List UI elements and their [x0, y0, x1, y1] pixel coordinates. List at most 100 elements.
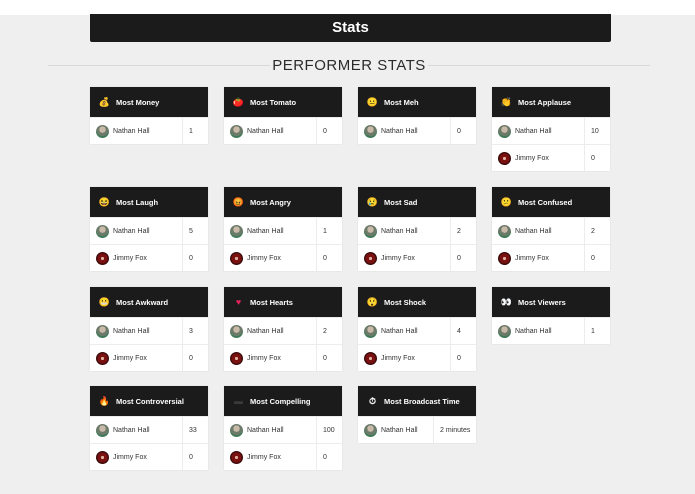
performer-name[interactable]: Jimmy Fox	[247, 454, 281, 461]
performer-cell[interactable]: Nathan Hall	[224, 417, 316, 443]
table-row: Nathan Hall 1	[90, 117, 208, 144]
avatar[interactable]	[498, 151, 511, 165]
stat-card-header: 😐 Most Meh	[358, 87, 476, 117]
shocked-face-icon: 😲	[366, 296, 379, 307]
performer-name[interactable]: Nathan Hall	[247, 128, 284, 135]
performer-cell[interactable]: Nathan Hall	[224, 318, 316, 344]
performer-cell[interactable]: Nathan Hall	[492, 218, 584, 244]
table-row: Jimmy Fox 0	[492, 244, 610, 271]
performer-cell[interactable]: Jimmy Fox	[224, 444, 316, 470]
performer-cell[interactable]: Nathan Hall	[90, 318, 182, 344]
stat-card: ▬ Most Compelling Nathan Hall 100 Jimmy Fox 0	[224, 386, 342, 470]
avatar[interactable]	[96, 450, 109, 464]
avatar[interactable]	[364, 351, 377, 365]
stat-value: 2	[316, 318, 342, 344]
performer-cell[interactable]: Jimmy Fox	[224, 245, 316, 271]
performer-cell[interactable]: Jimmy Fox	[90, 345, 182, 371]
performer-cell[interactable]: Nathan Hall	[224, 118, 316, 144]
performer-name[interactable]: Nathan Hall	[113, 427, 150, 434]
performer-cell[interactable]: Nathan Hall	[358, 218, 450, 244]
avatar[interactable]	[96, 324, 109, 338]
performer-cell[interactable]: Nathan Hall	[90, 417, 182, 443]
money-bag-icon: 💰	[98, 96, 111, 107]
performer-cell[interactable]: Jimmy Fox	[90, 245, 182, 271]
table-row: Jimmy Fox 0	[358, 244, 476, 271]
avatar[interactable]	[230, 224, 243, 238]
avatar[interactable]	[498, 124, 511, 138]
performer-name[interactable]: Nathan Hall	[381, 228, 418, 235]
performer-name[interactable]: Nathan Hall	[247, 427, 284, 434]
performer-name[interactable]: Nathan Hall	[381, 328, 418, 335]
stat-card-title: Most Shock	[384, 297, 427, 307]
stat-value: 0	[182, 245, 208, 271]
performer-name[interactable]: Jimmy Fox	[247, 355, 281, 362]
performer-cell[interactable]: Nathan Hall	[492, 118, 584, 144]
performer-name[interactable]: Jimmy Fox	[381, 255, 415, 262]
avatar[interactable]	[230, 423, 243, 437]
performer-cell[interactable]: Jimmy Fox	[492, 245, 584, 271]
performer-cell[interactable]: Jimmy Fox	[358, 245, 450, 271]
performer-name[interactable]: Jimmy Fox	[381, 355, 415, 362]
performer-cell[interactable]: Nathan Hall	[492, 318, 584, 344]
performer-name[interactable]: Jimmy Fox	[113, 255, 147, 262]
performer-cell[interactable]: Nathan Hall	[90, 218, 182, 244]
stat-card: ♥ Most Hearts Nathan Hall 2 Jimmy Fox 0	[224, 287, 342, 371]
performer-name[interactable]: Nathan Hall	[515, 128, 552, 135]
stat-card-header: 👏 Most Applause	[492, 87, 610, 117]
performer-cell[interactable]: Nathan Hall	[358, 318, 450, 344]
avatar[interactable]	[96, 351, 109, 365]
avatar[interactable]	[230, 124, 243, 138]
stat-card-title: Most Compelling	[250, 396, 311, 406]
table-row: Nathan Hall 2	[224, 317, 342, 344]
table-row: Nathan Hall 5	[90, 217, 208, 244]
performer-name[interactable]: Nathan Hall	[381, 427, 418, 434]
performer-cell[interactable]: Nathan Hall	[224, 218, 316, 244]
avatar[interactable]	[364, 251, 377, 265]
performer-cell[interactable]: Nathan Hall	[358, 417, 433, 443]
avatar[interactable]	[96, 124, 109, 138]
stat-card-header: 😕 Most Confused	[492, 187, 610, 217]
avatar[interactable]	[498, 324, 511, 338]
table-row: Nathan Hall 2	[358, 217, 476, 244]
stat-card-title: Most Tomato	[250, 97, 297, 107]
avatar[interactable]	[230, 450, 243, 464]
performer-cell[interactable]: Nathan Hall	[90, 118, 182, 144]
performer-name[interactable]: Nathan Hall	[113, 328, 150, 335]
performer-name[interactable]: Nathan Hall	[247, 328, 284, 335]
avatar[interactable]	[364, 224, 377, 238]
performer-cell[interactable]: Jimmy Fox	[492, 145, 584, 171]
performer-name[interactable]: Nathan Hall	[515, 228, 552, 235]
avatar[interactable]	[96, 251, 109, 265]
performer-cell[interactable]: Jimmy Fox	[90, 444, 182, 470]
performer-cell[interactable]: Nathan Hall	[358, 118, 450, 144]
performer-name[interactable]: Jimmy Fox	[113, 454, 147, 461]
table-row: Nathan Hall 1	[224, 217, 342, 244]
avatar[interactable]	[230, 251, 243, 265]
stat-card: ⏱ Most Broadcast Time Nathan Hall 2 minutes	[358, 386, 476, 443]
stat-card: 😲 Most Shock Nathan Hall 4 Jimmy Fox 0	[358, 287, 476, 371]
performer-name[interactable]: Jimmy Fox	[515, 255, 549, 262]
avatar[interactable]	[230, 351, 243, 365]
avatar[interactable]	[230, 324, 243, 338]
performer-name[interactable]: Nathan Hall	[113, 228, 150, 235]
avatar[interactable]	[364, 124, 377, 138]
performer-name[interactable]: Nathan Hall	[381, 128, 418, 135]
table-row: Jimmy Fox 0	[90, 443, 208, 470]
performer-name[interactable]: Nathan Hall	[515, 328, 552, 335]
performer-name[interactable]: Nathan Hall	[247, 228, 284, 235]
avatar[interactable]	[364, 324, 377, 338]
avatar[interactable]	[498, 251, 511, 265]
avatar[interactable]	[96, 423, 109, 437]
stat-card: 👏 Most Applause Nathan Hall 10 Jimmy Fox 0	[492, 87, 610, 171]
performer-cell[interactable]: Jimmy Fox	[358, 345, 450, 371]
avatar[interactable]	[364, 423, 377, 437]
performer-cell[interactable]: Jimmy Fox	[224, 345, 316, 371]
performer-name[interactable]: Jimmy Fox	[113, 355, 147, 362]
avatar[interactable]	[498, 224, 511, 238]
performer-name[interactable]: Nathan Hall	[113, 128, 150, 135]
avatar[interactable]	[96, 224, 109, 238]
performer-name[interactable]: Jimmy Fox	[247, 255, 281, 262]
performer-name[interactable]: Jimmy Fox	[515, 155, 549, 162]
meh-face-icon: 😐	[366, 96, 379, 107]
stat-value: 2 minutes	[433, 417, 476, 443]
